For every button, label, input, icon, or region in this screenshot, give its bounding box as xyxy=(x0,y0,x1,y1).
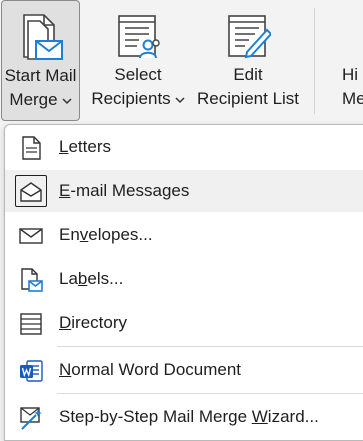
select-recipients-label-line2: Recipients xyxy=(88,87,188,111)
start-mail-merge-icon xyxy=(22,14,63,60)
chevron-down-icon xyxy=(175,96,185,103)
menu-separator xyxy=(57,393,363,394)
highlight-merge-fields-label-line2: Merg xyxy=(342,89,363,108)
word-document-icon xyxy=(20,360,43,382)
menu-item-label: Normal Word Document xyxy=(59,360,242,379)
select-recipients-icon xyxy=(118,15,160,59)
wizard-icon xyxy=(20,407,42,430)
select-recipients-button[interactable]: Select Recipients xyxy=(88,0,188,122)
menu-item-normal-word-document[interactable]: Normal Word Document xyxy=(5,349,363,391)
menu-item-label: Labels... xyxy=(59,269,124,288)
edit-recipient-list-label-line2: Recipient List xyxy=(196,89,300,108)
envelope-icon xyxy=(19,228,43,244)
menu-item-label: Step-by-Step Mail Merge Wizard... xyxy=(59,407,319,426)
menu-separator xyxy=(57,346,363,347)
menu-item-envelopes[interactable]: Envelopes... xyxy=(5,214,363,256)
menu-item-label: Directory xyxy=(59,313,128,332)
start-mail-merge-label-line1: Start Mail xyxy=(4,66,77,85)
chevron-down-icon xyxy=(62,97,72,104)
highlight-merge-fields-label-line1: Hi xyxy=(342,65,359,84)
select-recipients-label-line1: Select xyxy=(114,65,162,84)
directory-icon xyxy=(20,313,42,335)
menu-item-label: Letters xyxy=(59,137,111,156)
highlight-merge-fields-button[interactable]: Hi Merg xyxy=(330,0,363,122)
menu-item-labels[interactable]: Labels... xyxy=(5,258,363,300)
edit-recipient-list-button[interactable]: Edit Recipient List xyxy=(194,0,302,122)
menu-item-directory[interactable]: Directory xyxy=(5,302,363,344)
labels-icon xyxy=(21,268,43,292)
menu-item-label: Envelopes... xyxy=(59,225,153,244)
menu-item-letters[interactable]: Letters xyxy=(5,126,363,168)
edit-recipient-list-label-line1: Edit xyxy=(233,65,263,84)
ribbon-group-separator xyxy=(314,8,315,114)
start-mail-merge-menu: Letters E-mail Messages Envelopes... Lab… xyxy=(4,124,363,441)
menu-item-mail-merge-wizard[interactable]: Step-by-Step Mail Merge Wizard... xyxy=(5,396,363,438)
open-envelope-icon xyxy=(20,182,42,202)
letter-document-icon xyxy=(22,136,41,160)
ribbon: Start Mail Merge Select Recipients Edit … xyxy=(0,0,363,122)
start-mail-merge-button[interactable]: Start Mail Merge xyxy=(1,0,80,121)
menu-item-email-messages[interactable]: E-mail Messages xyxy=(5,170,363,212)
start-mail-merge-label-line2: Merge xyxy=(2,88,79,112)
menu-item-label: E-mail Messages xyxy=(59,181,190,200)
edit-recipient-list-icon xyxy=(228,15,271,59)
